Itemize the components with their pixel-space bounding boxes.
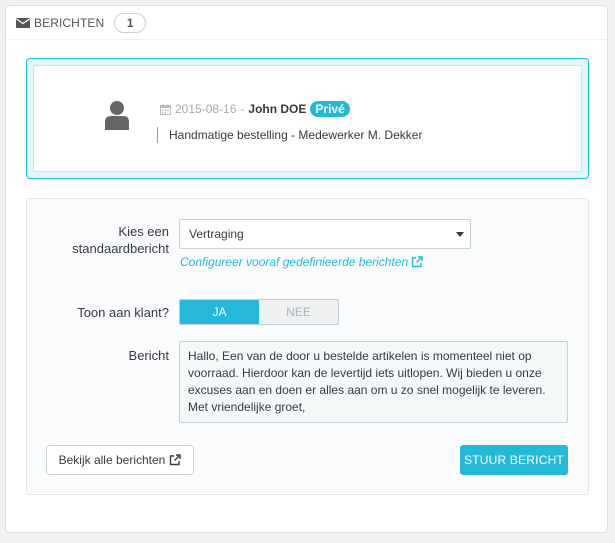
toggle-no[interactable]: NEE <box>259 300 338 324</box>
message-text: Handmatige bestelling - Medewerker M. De… <box>157 127 422 143</box>
message-label: Bericht <box>128 348 169 363</box>
message-meta: 2015-08-16 - John DOE Privé <box>160 99 350 119</box>
configure-templates-link[interactable]: Configureer vooraf gedefinieerde bericht… <box>180 255 423 269</box>
message-count-badge: 1 <box>114 12 147 33</box>
view-all-messages-button[interactable]: Bekijk alle berichten <box>46 445 194 475</box>
template-select-value: Vertraging <box>189 227 244 241</box>
panel-title: BERICHTEN <box>34 15 105 30</box>
template-label: Kies een standaardbericht <box>72 224 169 256</box>
date-separator: - <box>240 102 245 116</box>
message-textarea[interactable]: Hallo, Een van de door u bestelde artike… <box>179 341 568 423</box>
message-date: 2015-08-16 <box>175 102 237 116</box>
external-link-icon <box>411 256 423 268</box>
configure-templates-link-text: Configureer vooraf gedefinieerde bericht… <box>180 255 409 269</box>
message-inner: 2015-08-16 - John DOE Privé Handmatige b… <box>33 65 582 172</box>
panel-heading: BERICHTEN 1 <box>6 6 607 40</box>
message-item: 2015-08-16 - John DOE Privé Handmatige b… <box>26 58 589 179</box>
template-select[interactable]: Vertraging <box>179 219 471 249</box>
new-message-form: Kies een standaardbericht Vertraging Con… <box>26 198 589 495</box>
toggle-yes[interactable]: JA <box>180 300 259 324</box>
message-author: John DOE <box>248 102 307 116</box>
show-customer-toggle[interactable]: JA NEE <box>179 299 339 325</box>
calendar-icon <box>160 103 171 115</box>
view-all-messages-label: Bekijk alle berichten <box>58 453 166 467</box>
private-badge: Privé <box>310 101 350 117</box>
chevron-down-icon <box>456 232 464 237</box>
show-customer-label: Toon aan klant? <box>77 305 169 320</box>
user-icon <box>105 101 129 130</box>
envelope-icon <box>16 17 30 28</box>
external-link-icon <box>170 454 182 466</box>
send-message-button[interactable]: STUUR BERICHT <box>460 445 568 475</box>
messages-panel: BERICHTEN 1 2015-08-16 - John DOE Privé … <box>5 5 608 533</box>
